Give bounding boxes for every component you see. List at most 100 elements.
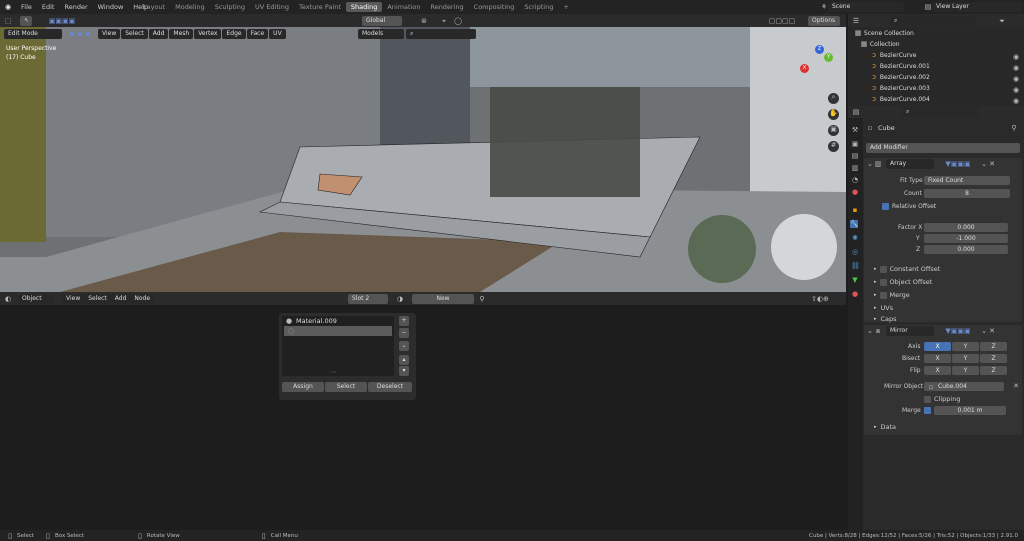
move-slot-up-button[interactable]: ▴ bbox=[399, 355, 409, 365]
merge-checkbox[interactable] bbox=[924, 407, 931, 414]
snap-icon[interactable]: ⌖ bbox=[440, 17, 448, 25]
fit-type-dropdown[interactable]: Fixed Count bbox=[924, 176, 1010, 185]
select-tool-icon[interactable]: ↖ bbox=[20, 15, 32, 26]
remove-slot-button[interactable]: − bbox=[399, 328, 409, 338]
shading-set-selector[interactable]: Models ⌕ bbox=[358, 29, 476, 39]
node-menu-node[interactable]: Node bbox=[130, 293, 155, 304]
tab-layout[interactable]: Layout bbox=[138, 2, 170, 12]
flip-z-toggle[interactable]: Z bbox=[980, 366, 1007, 375]
viewport-menu-edge[interactable]: Edge bbox=[222, 29, 246, 39]
pivot-icon[interactable]: ⊛ bbox=[420, 17, 428, 25]
pan-hand-icon[interactable]: ✋ bbox=[828, 109, 839, 120]
tab-texture-paint[interactable]: Texture Paint bbox=[294, 2, 346, 12]
material-browse-icon[interactable]: ◑ bbox=[396, 295, 404, 303]
node-editor[interactable]: ● Material.009 ◌ ⋯ + − ⌄ ▴ ▾ Assign Sele… bbox=[0, 305, 846, 530]
viewport-menu-uv[interactable]: UV bbox=[269, 29, 286, 39]
3d-viewport[interactable]: Edit Mode ▪ ▪ ▪ View Select Add Mesh Ver… bbox=[0, 27, 846, 292]
merge-checkbox[interactable] bbox=[879, 291, 887, 299]
menu-window[interactable]: Window bbox=[93, 3, 129, 11]
viewport-menu-vertex[interactable]: Vertex bbox=[194, 29, 222, 39]
visibility-eye-icon[interactable]: ◉ bbox=[1012, 97, 1020, 105]
clipping-row[interactable]: Clipping bbox=[924, 395, 960, 403]
object-tab-icon[interactable]: ▪ bbox=[851, 206, 859, 214]
options-button[interactable]: Options bbox=[808, 15, 840, 26]
node-editor-type-icon[interactable]: ◐ bbox=[4, 295, 12, 303]
camera-icon[interactable]: ▣ bbox=[828, 125, 839, 136]
menu-edit[interactable]: Edit bbox=[37, 3, 60, 11]
viewport-menu-select[interactable]: Select bbox=[121, 29, 148, 39]
remove-modifier-icon[interactable]: ✕ bbox=[988, 160, 996, 168]
world-tab-icon[interactable]: ● bbox=[851, 188, 859, 196]
outliner-item-4[interactable]: ↄ BezierCurve.004 bbox=[848, 94, 1024, 105]
pin-icon[interactable]: ⚲ bbox=[1010, 124, 1018, 132]
move-slot-down-button[interactable]: ▾ bbox=[399, 366, 409, 376]
tab-uv-editing[interactable]: UV Editing bbox=[250, 2, 294, 12]
outliner-item-2[interactable]: ↄ BezierCurve.002 bbox=[848, 72, 1024, 83]
vertex-select-icon[interactable]: ▪ bbox=[68, 30, 76, 38]
factor-x-field[interactable]: 0.000 bbox=[924, 223, 1008, 232]
select-button[interactable]: Select bbox=[325, 382, 367, 392]
collapse-icon[interactable]: ⌄ bbox=[866, 327, 874, 335]
scene-tab-icon[interactable]: ◔ bbox=[851, 176, 859, 184]
menu-render[interactable]: Render bbox=[59, 3, 92, 11]
editor-type-icon[interactable]: ⬚ bbox=[4, 17, 12, 25]
count-field[interactable]: 8 bbox=[924, 189, 1010, 198]
scene-selector[interactable]: ⚘ Scene bbox=[820, 2, 904, 12]
outliner-item-1[interactable]: ↄ BezierCurve.001 bbox=[848, 61, 1024, 72]
tab-modeling[interactable]: Modeling bbox=[170, 2, 210, 12]
outliner-collection[interactable]: ▦ Collection bbox=[848, 39, 1024, 50]
node-editor-right-icons[interactable]: ⇧◐⊕ bbox=[800, 295, 840, 303]
outliner-item-0[interactable]: ↄ BezierCurve bbox=[848, 50, 1024, 61]
slot-dropdown[interactable]: Slot 2 bbox=[348, 293, 388, 304]
constraints-tab-icon[interactable]: ⛓ bbox=[851, 262, 860, 270]
proportional-icon[interactable]: ◯ bbox=[454, 17, 462, 25]
slot-specials-button[interactable]: ⌄ bbox=[399, 341, 409, 351]
tab-shading[interactable]: Shading bbox=[345, 2, 383, 12]
relative-offset-row[interactable]: Relative Offset bbox=[882, 203, 936, 210]
modifier-toggle-icons[interactable]: ▼▣▣▣ bbox=[938, 160, 978, 168]
navigation-gizmo[interactable]: X Y Z bbox=[800, 45, 840, 89]
outliner-type-icon[interactable]: ☰ bbox=[852, 17, 860, 25]
face-select-icon[interactable]: ▪ bbox=[84, 30, 92, 38]
object-offset-row[interactable]: ▸ Object Offset bbox=[874, 278, 932, 286]
merge-row[interactable]: ▸ Merge bbox=[874, 291, 910, 299]
viewport-menu-add[interactable]: Add bbox=[148, 29, 169, 39]
add-modifier-dropdown[interactable]: Add Modifier bbox=[866, 143, 1020, 153]
bisect-x-toggle[interactable]: X bbox=[924, 354, 951, 363]
select-mode-icons[interactable]: ▣▣▣▣ bbox=[42, 17, 82, 25]
properties-type-icon[interactable]: ▤ bbox=[852, 108, 860, 116]
view-layer-tab-icon[interactable]: ▥ bbox=[851, 164, 859, 172]
scene-name[interactable]: Scene bbox=[828, 2, 904, 12]
node-menu-view[interactable]: View bbox=[62, 293, 85, 304]
array-modifier-name[interactable]: Array bbox=[886, 159, 934, 169]
add-slot-button[interactable]: + bbox=[399, 316, 409, 326]
factor-y-field[interactable]: -1.000 bbox=[924, 234, 1008, 243]
tab-animation[interactable]: Animation bbox=[382, 2, 425, 12]
mirror-object-field[interactable]: ▫ Cube.004 bbox=[924, 382, 1004, 391]
modifier-menu-icon[interactable]: ⌄ bbox=[980, 327, 988, 335]
clipping-checkbox[interactable] bbox=[924, 395, 931, 403]
outliner-search-input[interactable]: ⌕ bbox=[890, 15, 976, 26]
outliner-item-3[interactable]: ↄ BezierCurve.003 bbox=[848, 83, 1024, 94]
flip-y-toggle[interactable]: Y bbox=[952, 366, 979, 375]
axis-z-toggle[interactable]: Z bbox=[980, 342, 1007, 351]
shading-search-input[interactable]: ⌕ bbox=[406, 29, 476, 39]
modifier-menu-icon[interactable]: ⌄ bbox=[980, 160, 988, 168]
assign-button[interactable]: Assign bbox=[282, 382, 324, 392]
clear-field-icon[interactable]: ✕ bbox=[1012, 382, 1020, 390]
gizmo-x-axis[interactable]: X bbox=[800, 64, 809, 73]
node-menu-select[interactable]: Select bbox=[84, 293, 111, 304]
gizmo-y-axis[interactable]: Y bbox=[824, 53, 833, 62]
output-tab-icon[interactable]: ▤ bbox=[851, 152, 859, 160]
viewport-menu-face[interactable]: Face bbox=[246, 29, 269, 39]
particles-tab-icon[interactable]: ✺ bbox=[851, 234, 859, 242]
data-subpanel[interactable]: ▸ Data bbox=[874, 423, 896, 431]
object-offset-checkbox[interactable] bbox=[879, 278, 887, 286]
view-layer-selector[interactable]: ▤ View Layer bbox=[924, 2, 1022, 12]
caps-row[interactable]: ▸ Caps bbox=[874, 315, 897, 323]
flip-x-toggle[interactable]: X bbox=[924, 366, 951, 375]
axis-y-toggle[interactable]: Y bbox=[952, 342, 979, 351]
relative-offset-checkbox[interactable] bbox=[882, 203, 889, 210]
tool-tab-icon[interactable]: ⚒ bbox=[851, 126, 859, 134]
render-tab-icon[interactable]: ▣ bbox=[851, 140, 859, 148]
